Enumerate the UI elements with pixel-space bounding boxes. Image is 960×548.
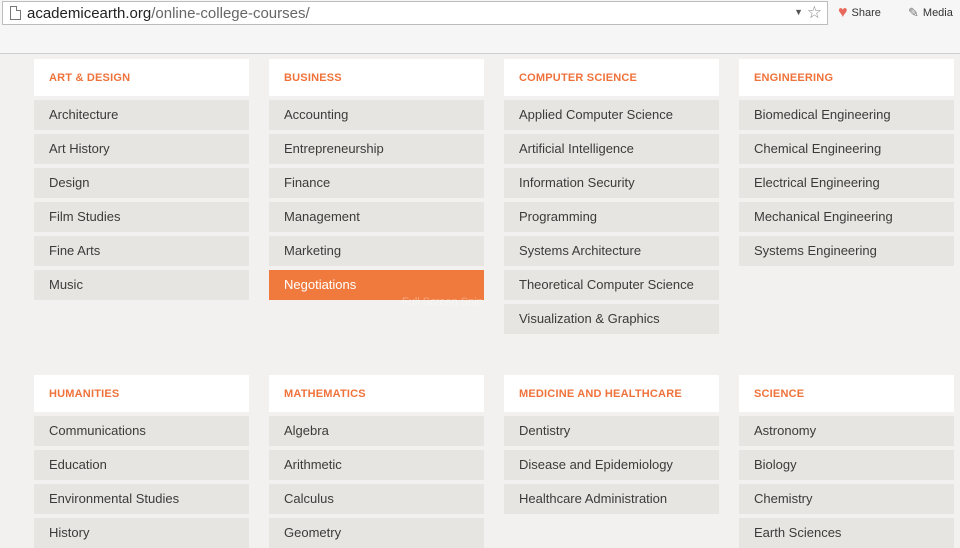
- subject-link[interactable]: Biomedical Engineering: [739, 100, 954, 130]
- subject-link[interactable]: Disease and Epidemiology: [504, 450, 719, 480]
- category-heading[interactable]: ART & DESIGN: [34, 59, 249, 96]
- category-column: COMPUTER SCIENCE Applied Computer Science…: [504, 59, 719, 334]
- category-column: SCIENCE Astronomy Biology Chemistry Earth Sc…: [739, 375, 954, 548]
- dropdown-arrow-icon[interactable]: ▼: [794, 7, 803, 17]
- address-bar[interactable]: academicearth.org/online-college-courses…: [2, 1, 828, 25]
- media-label: Media: [922, 7, 953, 19]
- subject-link[interactable]: Chemistry: [739, 484, 954, 514]
- subject-link[interactable]: Electrical Engineering: [739, 168, 954, 198]
- subject-link[interactable]: Information Security: [504, 168, 719, 198]
- category-column: MATHEMATICS Algebra Arithmetic Calculus Geom…: [269, 375, 484, 548]
- subject-link[interactable]: Programming: [504, 202, 719, 232]
- subject-link[interactable]: Astronomy: [739, 416, 954, 446]
- subject-link[interactable]: Environmental Studies: [34, 484, 249, 514]
- subject-link[interactable]: Systems Engineering: [739, 236, 954, 266]
- subject-link[interactable]: Dentistry: [504, 416, 719, 446]
- subject-link[interactable]: Education: [34, 450, 249, 480]
- subject-link[interactable]: Fine Arts: [34, 236, 249, 266]
- subject-link[interactable]: Geometry: [269, 518, 484, 548]
- category-column: BUSINESS Accounting Entrepreneurship Financ…: [269, 59, 484, 300]
- subject-link[interactable]: Chemical Engineering: [739, 134, 954, 164]
- subject-link[interactable]: History: [34, 518, 249, 548]
- subject-link[interactable]: Management: [269, 202, 484, 232]
- subject-link[interactable]: Design: [34, 168, 249, 198]
- subject-link[interactable]: Artificial Intelligence: [504, 134, 719, 164]
- category-column: HUMANITIES Communications Education Environ…: [34, 375, 249, 548]
- subject-link[interactable]: Visualization & Graphics: [504, 304, 719, 334]
- category-column: ENGINEERING Biomedical Engineering Chemica…: [739, 59, 954, 266]
- subject-link[interactable]: Theoretical Computer Science: [504, 270, 719, 300]
- category-heading[interactable]: MEDICINE AND HEALTHCARE: [504, 375, 719, 412]
- url-domain: academicearth.org: [27, 5, 152, 22]
- subject-link[interactable]: Finance: [269, 168, 484, 198]
- category-heading[interactable]: HUMANITIES: [34, 375, 249, 412]
- subject-link[interactable]: Music: [34, 270, 249, 300]
- category-heading[interactable]: MATHEMATICS: [269, 375, 484, 412]
- subject-link[interactable]: Applied Computer Science: [504, 100, 719, 130]
- media-button[interactable]: ✎ Media: [908, 4, 953, 22]
- page-icon: [10, 6, 21, 20]
- subject-link[interactable]: Marketing: [269, 236, 484, 266]
- subject-link[interactable]: Arithmetic: [269, 450, 484, 480]
- category-column: MEDICINE AND HEALTHCARE Dentistry Disease …: [504, 375, 719, 514]
- snip-overlay-text: Full Screen Snip: [402, 296, 483, 308]
- share-label: Share: [851, 7, 881, 19]
- subject-link[interactable]: Accounting: [269, 100, 484, 130]
- subject-link[interactable]: Mechanical Engineering: [739, 202, 954, 232]
- heart-icon: ♥: [838, 4, 848, 21]
- bookmark-star-icon[interactable]: ☆: [807, 3, 822, 23]
- category-heading[interactable]: SCIENCE: [739, 375, 954, 412]
- category-heading[interactable]: COMPUTER SCIENCE: [504, 59, 719, 96]
- subject-link[interactable]: Film Studies: [34, 202, 249, 232]
- subject-link[interactable]: Entrepreneurship: [269, 134, 484, 164]
- subject-link[interactable]: Healthcare Administration: [504, 484, 719, 514]
- subject-link[interactable]: Earth Sciences: [739, 518, 954, 548]
- category-column: ART & DESIGN Architecture Art History Desig…: [34, 59, 249, 300]
- subject-link[interactable]: Art History: [34, 134, 249, 164]
- url-text[interactable]: academicearth.org/online-college-courses…: [27, 5, 310, 22]
- subject-link[interactable]: Systems Architecture: [504, 236, 719, 266]
- media-icon: ✎: [908, 5, 919, 20]
- subject-link[interactable]: Architecture: [34, 100, 249, 130]
- subject-link[interactable]: Algebra: [269, 416, 484, 446]
- category-heading[interactable]: BUSINESS: [269, 59, 484, 96]
- subject-link[interactable]: Calculus: [269, 484, 484, 514]
- browser-chrome: academicearth.org/online-college-courses…: [0, 0, 960, 54]
- category-heading[interactable]: ENGINEERING: [739, 59, 954, 96]
- share-button[interactable]: ♥ Share: [838, 4, 881, 22]
- subject-link[interactable]: Biology: [739, 450, 954, 480]
- url-path: /online-college-courses/: [151, 5, 310, 22]
- subject-link[interactable]: Communications: [34, 416, 249, 446]
